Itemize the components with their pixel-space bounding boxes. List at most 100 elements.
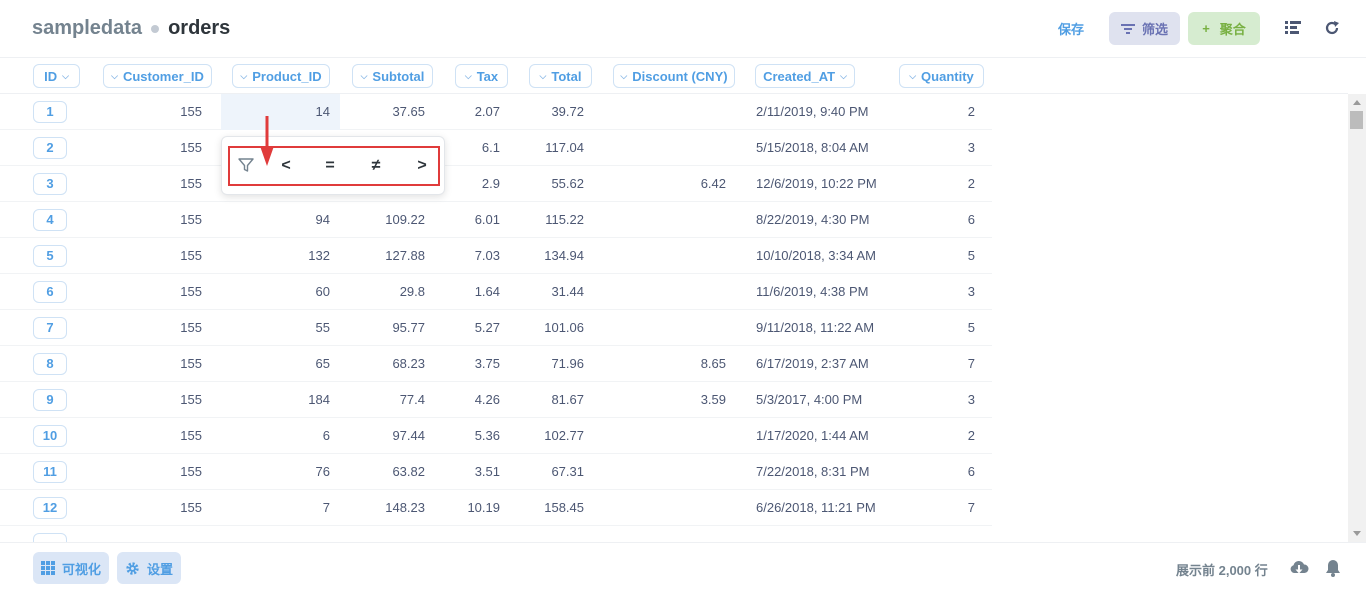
row-id-pill[interactable]: 10 xyxy=(33,425,67,447)
row-id-pill[interactable]: 7 xyxy=(33,317,67,339)
cell-customer-id[interactable]: 155 xyxy=(110,166,212,202)
cell-tax[interactable]: 6.1 xyxy=(435,130,510,166)
cell-created-at[interactable]: 6/26/2018, 11:21 PM xyxy=(756,490,896,526)
cell-quantity[interactable]: 2 xyxy=(896,418,985,454)
cell-product-id[interactable]: 14 xyxy=(221,94,340,130)
cell-tax[interactable]: 10.19 xyxy=(435,490,510,526)
cell-subtotal[interactable]: 109.22 xyxy=(340,202,435,238)
funnel-icon[interactable] xyxy=(238,157,254,173)
column-header-customer-id[interactable]: ⌵ Customer_ID xyxy=(103,64,212,88)
cell-tax[interactable]: 5.36 xyxy=(435,418,510,454)
cell-created-at[interactable]: 9/11/2018, 11:22 AM xyxy=(756,310,896,346)
cell-subtotal[interactable]: 95.77 xyxy=(340,310,435,346)
cell-customer-id[interactable]: 155 xyxy=(110,202,212,238)
cell-created-at[interactable]: 11/6/2019, 4:38 PM xyxy=(756,274,896,310)
operator-not-equals[interactable]: ≠ xyxy=(364,148,388,184)
visualize-button[interactable]: 可视化 xyxy=(33,552,110,584)
cell-total[interactable]: 117.04 xyxy=(510,130,594,166)
cell-subtotal[interactable]: 29.8 xyxy=(340,274,435,310)
settings-button[interactable]: 设置 xyxy=(117,552,182,584)
cell-total[interactable]: 102.77 xyxy=(510,418,594,454)
cell-total[interactable]: 67.31 xyxy=(510,454,594,490)
cell-quantity[interactable]: 3 xyxy=(896,382,985,418)
operator-equals[interactable]: = xyxy=(318,148,342,184)
cell-customer-id[interactable]: 155 xyxy=(110,382,212,418)
cell-customer-id[interactable]: 155 xyxy=(110,238,212,274)
cell-subtotal[interactable]: 127.88 xyxy=(340,238,435,274)
cell-created-at[interactable]: 5/15/2018, 8:04 AM xyxy=(756,130,896,166)
cell-total[interactable]: 158.45 xyxy=(510,490,594,526)
row-id-pill[interactable]: 6 xyxy=(33,281,67,303)
cell-customer-id[interactable]: 155 xyxy=(110,490,212,526)
cell-subtotal[interactable]: 63.82 xyxy=(340,454,435,490)
cell-created-at[interactable]: 5/3/2017, 4:00 PM xyxy=(756,382,896,418)
cell-subtotal[interactable]: 97.44 xyxy=(340,418,435,454)
cell-product-id[interactable]: 60 xyxy=(221,274,340,310)
summarize-button[interactable]: + 聚合 xyxy=(1188,12,1260,45)
cell-product-id[interactable]: 76 xyxy=(221,454,340,490)
column-header-created-at[interactable]: Created_AT ⌵ xyxy=(755,64,855,88)
cell-total[interactable]: 101.06 xyxy=(510,310,594,346)
cell-total[interactable]: 81.67 xyxy=(510,382,594,418)
cell-discount[interactable] xyxy=(594,310,736,346)
cell-discount[interactable] xyxy=(594,130,736,166)
column-header-discount[interactable]: ⌵ Discount (CNY) xyxy=(613,64,735,88)
cell-total[interactable]: 134.94 xyxy=(510,238,594,274)
cell-tax[interactable]: 3.75 xyxy=(435,346,510,382)
breadcrumb-table[interactable]: orders xyxy=(168,17,230,40)
cell-discount[interactable]: 3.59 xyxy=(594,382,736,418)
cell-product-id[interactable]: 7 xyxy=(221,490,340,526)
cell-discount[interactable]: 8.65 xyxy=(594,346,736,382)
cell-total[interactable]: 115.22 xyxy=(510,202,594,238)
cell-total[interactable]: 39.72 xyxy=(510,94,594,130)
cell-quantity[interactable]: 7 xyxy=(896,346,985,382)
cell-created-at[interactable]: 8/22/2019, 4:30 PM xyxy=(756,202,896,238)
cell-quantity[interactable]: 2 xyxy=(896,94,985,130)
bell-icon[interactable] xyxy=(1325,559,1341,577)
row-id-pill[interactable]: 4 xyxy=(33,209,67,231)
column-header-total[interactable]: ⌵ Total xyxy=(529,64,592,88)
scrollbar-thumb[interactable] xyxy=(1350,111,1363,129)
column-header-id[interactable]: ID ⌵ xyxy=(33,64,80,88)
refresh-icon[interactable] xyxy=(1322,18,1342,38)
cell-tax[interactable]: 2.9 xyxy=(435,166,510,202)
cell-product-id[interactable]: 55 xyxy=(221,310,340,346)
cell-discount[interactable] xyxy=(594,490,736,526)
cell-quantity[interactable]: 5 xyxy=(896,310,985,346)
row-id-pill[interactable]: 11 xyxy=(33,461,67,483)
cell-total[interactable]: 55.62 xyxy=(510,166,594,202)
cell-product-id[interactable]: 94 xyxy=(221,202,340,238)
cell-customer-id[interactable]: 155 xyxy=(110,130,212,166)
cell-subtotal[interactable]: 37.65 xyxy=(340,94,435,130)
cell-tax[interactable]: 7.03 xyxy=(435,238,510,274)
row-id-pill[interactable]: 3 xyxy=(33,173,67,195)
cell-quantity[interactable]: 6 xyxy=(896,202,985,238)
cell-quantity[interactable]: 7 xyxy=(896,490,985,526)
row-id-pill[interactable]: 5 xyxy=(33,245,67,267)
cell-created-at[interactable]: 6/17/2019, 2:37 AM xyxy=(756,346,896,382)
cell-total[interactable]: 71.96 xyxy=(510,346,594,382)
cell-quantity[interactable]: 2 xyxy=(896,166,985,202)
cell-tax[interactable]: 5.27 xyxy=(435,310,510,346)
cell-created-at[interactable]: 7/22/2018, 8:31 PM xyxy=(756,454,896,490)
row-id-pill[interactable]: 2 xyxy=(33,137,67,159)
cell-customer-id[interactable]: 155 xyxy=(110,94,212,130)
cell-discount[interactable] xyxy=(594,202,736,238)
cell-quantity[interactable]: 6 xyxy=(896,454,985,490)
cell-discount[interactable] xyxy=(594,238,736,274)
cell-discount[interactable] xyxy=(594,454,736,490)
cell-created-at[interactable]: 1/17/2020, 1:44 AM xyxy=(756,418,896,454)
cell-total[interactable]: 31.44 xyxy=(510,274,594,310)
breadcrumb-database[interactable]: sampledata xyxy=(32,17,142,40)
cell-customer-id[interactable]: 155 xyxy=(110,310,212,346)
cell-tax[interactable]: 6.01 xyxy=(435,202,510,238)
cell-discount[interactable] xyxy=(594,418,736,454)
scroll-up-icon[interactable] xyxy=(1353,100,1361,105)
column-header-tax[interactable]: ⌵ Tax xyxy=(455,64,508,88)
cell-quantity[interactable]: 3 xyxy=(896,130,985,166)
cell-product-id[interactable]: 132 xyxy=(221,238,340,274)
cell-created-at[interactable]: 12/6/2019, 10:22 PM xyxy=(756,166,896,202)
cell-subtotal[interactable]: 148.23 xyxy=(340,490,435,526)
cell-tax[interactable]: 2.07 xyxy=(435,94,510,130)
cell-discount[interactable] xyxy=(594,94,736,130)
